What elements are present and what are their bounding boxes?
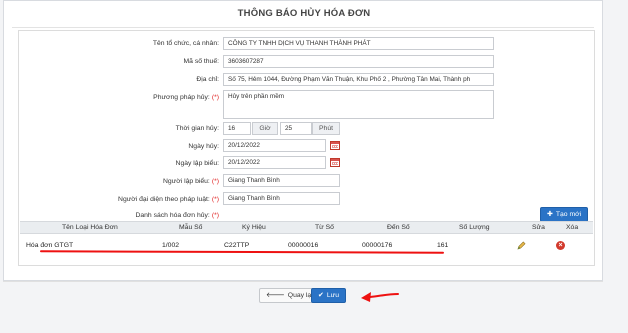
cancel-method-label: Phương pháp hủy: (*) — [153, 94, 219, 101]
cell-from: 00000016 — [288, 242, 319, 249]
legal-rep-input[interactable]: Giang Thanh Bình — [223, 192, 340, 205]
footer-divider — [3, 281, 603, 282]
required-mark: (*) — [211, 212, 219, 219]
cell-to: 00000176 — [362, 242, 393, 249]
annotation-arrow-icon — [361, 292, 399, 302]
address-field[interactable]: Số 75, Hẻm 1044, Đường Phạm Văn Thuận, K… — [223, 73, 494, 86]
col-header-symbol: Ký Hiệu — [242, 224, 266, 231]
cancel-method-textarea[interactable]: Hủy trên phần mềm — [223, 90, 494, 119]
title-divider — [12, 27, 594, 28]
col-header-quantity: Số Lượng — [459, 224, 490, 231]
tax-code-field[interactable]: 3603607287 — [223, 55, 494, 68]
save-button[interactable]: ✔ Lưu — [311, 288, 346, 303]
preparer-input[interactable]: Giang Thanh Bình — [223, 174, 340, 187]
invoice-table-header: Tên Loại Hóa Đơn Mẫu Số Ký Hiệu Từ Số Đế… — [20, 221, 593, 234]
create-new-label: Tạo mới — [555, 211, 582, 218]
required-mark: (*) — [211, 196, 219, 203]
scrollbar[interactable] — [611, 0, 617, 333]
cancel-time-label: Thời gian hủy: — [175, 125, 219, 132]
col-header-edit: Sửa — [532, 224, 545, 231]
address-label: Địa chỉ: — [196, 76, 219, 83]
cell-quantity: 161 — [437, 242, 449, 249]
cell-template: 1/002 — [162, 242, 180, 249]
col-header-to: Đến Số — [387, 224, 410, 231]
col-header-from: Từ Số — [315, 224, 334, 231]
arrow-left-icon: 🡐 — [266, 292, 285, 299]
col-header-template: Mẫu Số — [179, 224, 203, 231]
hour-addon: Giờ — [252, 122, 278, 135]
org-name-field[interactable]: CÔNG TY TNHH DỊCH VỤ THANH THÀNH PHÁT — [223, 37, 494, 50]
report-date-input[interactable]: 20/12/2022 — [223, 156, 326, 169]
cell-type: Hóa đơn GTGT — [26, 242, 74, 249]
minute-addon: Phút — [312, 122, 340, 135]
required-mark: (*) — [211, 94, 219, 101]
report-date-label: Ngày lập biểu: — [175, 160, 219, 167]
col-header-delete: Xóa — [566, 224, 579, 231]
check-icon: ✔ — [318, 292, 324, 299]
legal-rep-label: Người đại diện theo pháp luật: (*) — [118, 196, 219, 203]
calendar-icon[interactable] — [330, 141, 340, 150]
main-panel: THÔNG BÁO HỦY HÓA ĐƠN Tên tổ chức, cá nh… — [3, 0, 603, 281]
hour-input[interactable]: 16 — [223, 122, 251, 135]
tax-code-label: Mã số thuế: — [183, 58, 219, 65]
calendar-icon[interactable] — [330, 158, 340, 167]
cell-symbol: C22TTP — [224, 242, 250, 249]
col-header-type: Tên Loại Hóa Đơn — [62, 224, 118, 231]
create-new-button[interactable]: ✚ Tạo mới — [540, 207, 589, 222]
cancel-invoice-form: Tên tổ chức, cá nhân: CÔNG TY TNHH DỊCH … — [18, 30, 595, 266]
cancel-date-input[interactable]: 20/12/2022 — [223, 139, 326, 152]
save-label: Lưu — [326, 292, 339, 299]
edit-icon[interactable] — [517, 241, 526, 250]
preparer-label: Người lập biểu: (*) — [163, 178, 219, 185]
org-name-label: Tên tổ chức, cá nhân: — [152, 40, 219, 47]
invoice-list-label: Danh sách hóa đơn hủy: (*) — [135, 212, 219, 219]
plus-icon: ✚ — [547, 211, 553, 218]
page-title: THÔNG BÁO HỦY HÓA ĐƠN — [237, 8, 371, 19]
minute-input[interactable]: 25 — [280, 122, 312, 135]
delete-icon[interactable]: × — [556, 241, 565, 250]
required-mark: (*) — [211, 178, 219, 185]
cancel-date-label: Ngày hủy: — [188, 143, 219, 150]
back-label: Quay lại — [287, 292, 313, 299]
